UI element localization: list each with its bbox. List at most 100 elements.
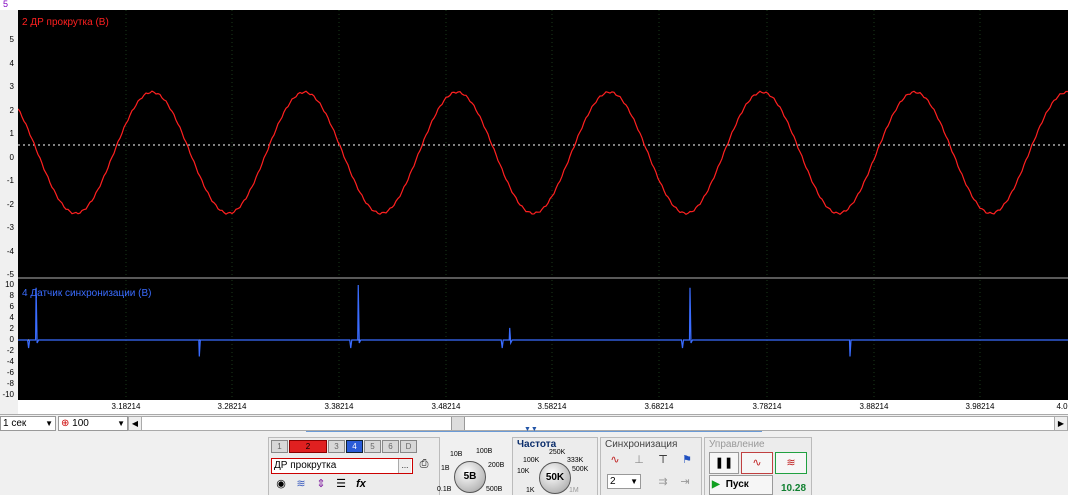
x-tick-label: 4.0 [1056,402,1068,411]
x-tick-label: 3.18214 [111,402,141,411]
channel2-y-tick: 2 [9,105,14,115]
sync-auto-icon[interactable]: ⚑ [677,452,697,469]
channel2-y-tick: -3 [6,223,14,232]
zoom-select[interactable]: ⊕ 100 ▼ [58,416,128,431]
play-icon: ▶ [712,479,720,490]
start-button[interactable]: ▶ Пуск [709,475,773,495]
channel-name-value: ДР прокрутка [274,460,337,471]
sync-merge-icon[interactable]: ⇥ [675,474,695,491]
channel4-y-tick: -4 [6,357,14,366]
voltage-label-200v: 200В [488,462,505,469]
channel-button-6[interactable]: 6 [382,440,399,453]
channel2-y-tick: -5 [6,270,14,279]
function-icon[interactable]: fx [353,476,369,491]
vertical-scale-icon[interactable]: ⇕ [313,476,329,491]
freq-label-333k: 333K [567,457,584,464]
channel-name-field[interactable]: ДР прокрутка ... [271,458,413,474]
top-marker: 5 [3,0,9,9]
channel4-y-tick: 6 [9,302,14,311]
channel4-y-tick: 0 [9,335,14,344]
sync-rising-edge-icon[interactable]: ∿ [605,452,625,469]
sync-delay-icon[interactable]: ⇉ [653,474,673,491]
frequency-panel: Частота 50K 250K 100K 333K 10K 500K 1K 1… [512,437,598,495]
sine-wave-icon: ∿ [752,457,762,469]
x-tick-label: 3.68214 [644,402,674,411]
start-label: Пуск [725,479,749,490]
freq-label-500k: 500K [572,466,589,473]
scroll-thumb[interactable] [451,417,465,430]
channel-button-2[interactable]: 2 [289,440,327,453]
sync-up-icon[interactable]: ⊥ [629,452,649,469]
channel-button-d[interactable]: D [400,440,417,453]
channel-button-3[interactable]: 3 [328,440,345,453]
channel4-label: 4 Датчик синхронизации (В) [22,288,152,299]
x-axis: 3.18214 3.28214 3.38214 3.48214 3.58214 3.682… [18,400,1068,414]
channel-name-more-button[interactable]: ... [398,459,411,473]
channel4-y-tick: 2 [9,324,14,333]
x-tick-label: 3.88214 [859,402,889,411]
multi-wave-button[interactable]: ≋ [775,452,807,474]
noise-wave-icon: ≋ [786,457,796,469]
time-scale-select[interactable]: 1 сек ▼ [0,416,56,431]
chevron-down-icon: ▼ [117,419,125,428]
chevron-down-icon: ▼ [630,477,638,486]
channel2-y-tick: 4 [9,58,14,68]
x-tick-label: 3.78214 [752,402,782,411]
x-tick-label: 3.58214 [537,402,567,411]
single-wave-button[interactable]: ∿ [741,452,773,474]
control-title: Управление [709,439,765,450]
sync-channel-value: 2 [610,476,616,487]
elapsed-counter: 10.28 [781,483,807,494]
voltage-knob-value: 5В [463,471,477,482]
channel4-y-tick: 8 [9,291,14,300]
time-scale-value: 1 сек [3,418,27,429]
scroll-right-arrow-icon[interactable]: ▶ [1054,417,1067,430]
channel4-y-tick: -8 [6,379,14,388]
channel2-label: 2 ДР прокрутка (В) [22,17,109,28]
channel-button-4[interactable]: 4 [346,440,363,453]
channel4-y-tick: 10 [5,280,14,289]
voltage-label-10v: 10В [450,451,463,458]
x-tick-label: 3.48214 [431,402,461,411]
scroll-left-arrow-icon[interactable]: ◀ [129,417,142,430]
channel-button-5[interactable]: 5 [364,440,381,453]
sync-down-icon[interactable]: ⊤ [653,452,673,469]
x-tick-label: 3.98214 [965,402,995,411]
voltage-label-1v: 1В [441,465,450,472]
zoom-icon: ⊕ [61,418,70,429]
oscilloscope-display [18,10,1068,400]
filter-lines-icon[interactable]: ☰ [333,476,349,491]
frequency-knob[interactable]: 50K [539,462,571,494]
panel-collapse-bar[interactable]: ▼▼ [306,426,762,436]
voltage-knob[interactable]: 5В [454,461,486,493]
collapse-arrows-icon: ▼▼ [524,426,538,433]
display-background [18,10,1068,400]
channel2-y-tick: 3 [9,82,14,91]
channel4-y-tick: 4 [9,313,14,322]
channel-settings-icon[interactable]: ⎙ [415,456,433,474]
voltage-label-500v: 500В [486,486,503,493]
frequency-knob-value: 50K [545,472,565,483]
channel4-y-tick: -2 [6,346,14,355]
channel4-y-tick: -6 [6,368,14,377]
chevron-down-icon: ▼ [45,419,53,428]
voltage-label-100v: 100В [476,448,493,455]
sync-channel-select[interactable]: 2 ▼ [607,474,641,489]
voltage-label-0-1v: 0.1В [437,486,452,493]
control-panel: Управление ❚❚ ∿ ≋ ▶ Пуск 10.28 [704,437,812,495]
waveform-style-icon[interactable]: ≋ [293,476,309,491]
x-tick-label: 3.28214 [217,402,247,411]
freq-label-1m: 1M [569,487,579,494]
eye-icon[interactable]: ◉ [273,476,289,491]
sync-title: Синхронизация [605,439,678,450]
y-axis-panel: 5 4 3 2 1 0 -1 -2 -3 -4 -5 10 8 6 4 2 0 -2 -4 -6 -8 -10 [0,10,18,400]
channel4-y-tick: -10 [2,390,14,399]
sync-panel: Синхронизация ∿ ⊥ ⊤ ⚑ 2 ▼ ⇉ ⇥ [600,437,702,495]
channels-panel: 123456D ДР прокрутка ... ⎙ ◉ ≋ ⇕ ☰ fx [268,437,440,495]
horizontal-scrollbar[interactable]: ◀ ▶ [128,416,1068,431]
x-tick-label: 3.38214 [324,402,354,411]
pause-button[interactable]: ❚❚ [709,452,739,474]
zoom-value: 100 [72,418,89,429]
channel-button-1[interactable]: 1 [271,440,288,453]
freq-label-1k: 1K [526,487,535,494]
